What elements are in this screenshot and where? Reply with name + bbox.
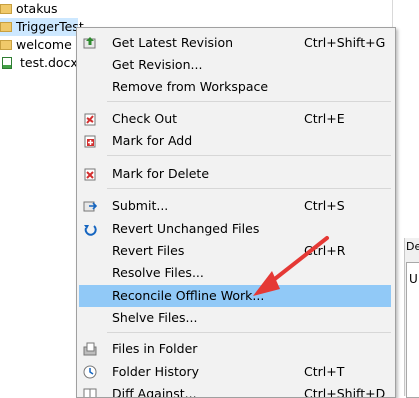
menu-item-get-latest-revision[interactable]: Get Latest Revision Ctrl+Shift+G [79, 32, 391, 54]
menu-separator [107, 188, 391, 189]
menu-item-submit[interactable]: Submit... Ctrl+S [79, 195, 391, 217]
menu-item-mark-for-delete[interactable]: Mark for Delete [79, 163, 391, 185]
check-out-icon [84, 113, 96, 126]
tree-item-test-docx[interactable]: test.docx [2, 54, 78, 72]
menu-item-reconcile-offline-work[interactable]: Reconcile Offline Work... [79, 285, 391, 307]
menu-item-shortcut: Ctrl+S [304, 198, 345, 213]
menu-item-label: Reconcile Offline Work... [112, 288, 265, 303]
diff-icon [83, 388, 97, 397]
menu-item-shortcut: Ctrl+T [304, 364, 345, 379]
menu-item-mark-for-add[interactable]: Mark for Add [79, 130, 391, 152]
menu-item-label: Diff Against... [112, 386, 197, 398]
details-tab[interactable]: De [406, 240, 419, 253]
revert-unchanged-icon [84, 225, 97, 236]
tree-item-label: TriggerTest [16, 19, 84, 34]
menu-item-shortcut: Ctrl+R [304, 243, 346, 258]
mark-add-icon [84, 135, 96, 148]
tree-item-label: test.docx [20, 55, 78, 70]
menu-item-remove-from-workspace[interactable]: Remove from Workspace [79, 76, 391, 98]
document-icon [2, 56, 12, 69]
menu-item-shelve-files[interactable]: Shelve Files... [79, 307, 391, 329]
menu-item-label: Remove from Workspace [112, 79, 269, 94]
folder-history-icon [83, 365, 97, 379]
tree-item-label: welcome [16, 37, 72, 52]
menu-item-label: Shelve Files... [112, 310, 198, 325]
get-latest-icon [83, 37, 96, 49]
menu-item-label: Submit... [112, 198, 169, 213]
menu-item-label: Check Out [112, 111, 178, 126]
menu-item-label: Get Latest Revision [112, 35, 234, 50]
tree-item-otakus[interactable]: otakus [0, 0, 58, 18]
menu-item-files-in-folder[interactable]: Files in Folder [79, 338, 391, 360]
menu-item-label: Folder History [112, 364, 200, 379]
tree-item-welcome[interactable]: welcome [0, 36, 72, 54]
submit-icon [83, 201, 97, 212]
menu-item-label: Mark for Add [112, 133, 193, 148]
mark-delete-icon [84, 168, 96, 181]
menu-item-check-out[interactable]: Check Out Ctrl+E [79, 108, 391, 130]
menu-item-shortcut: Ctrl+Shift+G [304, 35, 386, 50]
details-field-text: U [409, 272, 418, 286]
context-menu: Get Latest Revision Ctrl+Shift+G Get Rev… [76, 27, 396, 398]
menu-item-resolve-files[interactable]: Resolve Files... [79, 262, 391, 284]
folder-icon [0, 39, 12, 50]
tree-item-triggertest[interactable]: TriggerTest [0, 18, 84, 36]
menu-item-label: Revert Files [112, 243, 185, 258]
menu-item-label: Mark for Delete [112, 166, 210, 181]
menu-separator [107, 101, 391, 102]
menu-item-shortcut: Ctrl+E [304, 111, 345, 126]
menu-separator [107, 155, 391, 156]
menu-item-folder-history[interactable]: Folder History Ctrl+T [79, 361, 391, 383]
menu-item-label: Files in Folder [112, 341, 198, 356]
folder-icon [0, 3, 12, 14]
tree-item-label: otakus [16, 1, 58, 16]
menu-item-label: Get Revision... [112, 57, 203, 72]
folder-icon [0, 21, 12, 32]
menu-item-shortcut: Ctrl+Shift+D [304, 386, 386, 398]
menu-item-label: Revert Unchanged Files [112, 221, 260, 236]
menu-item-get-revision[interactable]: Get Revision... [79, 54, 391, 76]
files-in-folder-icon [83, 342, 97, 356]
menu-separator [107, 332, 391, 333]
menu-item-revert-files[interactable]: Revert Files Ctrl+R [79, 240, 391, 262]
menu-item-revert-unchanged-files[interactable]: Revert Unchanged Files [79, 218, 391, 240]
menu-item-label: Resolve Files... [112, 265, 204, 280]
